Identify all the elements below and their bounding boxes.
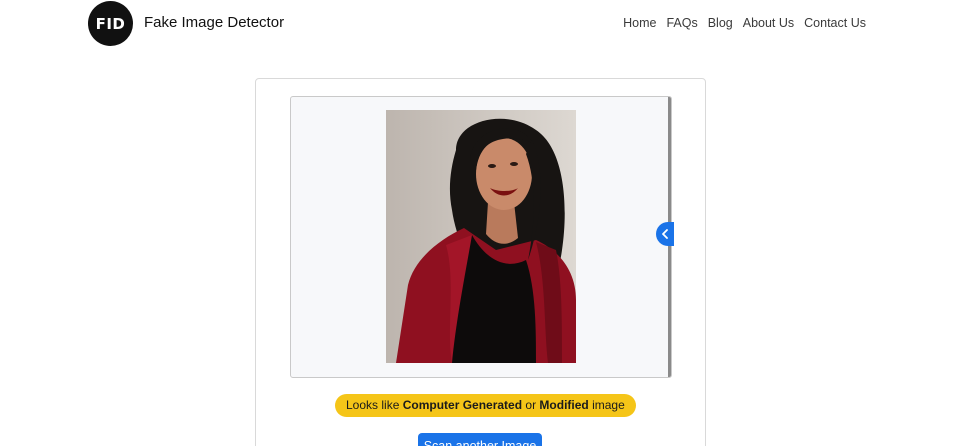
logo[interactable]: FID [88, 1, 133, 46]
main-nav: Home FAQs Blog About Us Contact Us [613, 16, 866, 30]
nav-home[interactable]: Home [623, 16, 656, 30]
nav-contact-us[interactable]: Contact Us [804, 16, 866, 30]
nav-about-us[interactable]: About Us [743, 16, 794, 30]
verdict-badge: Looks like Computer Generated or Modifie… [335, 394, 636, 417]
verdict-suffix: image [588, 398, 625, 412]
navbar: FID Fake Image Detector Home FAQs Blog A… [0, 0, 960, 48]
image-viewer [290, 96, 672, 378]
analyzed-photo [386, 110, 576, 363]
result-card: Looks like Computer Generated or Modifie… [255, 78, 706, 446]
verdict-middle: or [522, 398, 540, 412]
verdict-label-2: Modified [539, 398, 589, 412]
verdict-label-1: Computer Generated [402, 398, 523, 412]
brand-name[interactable]: Fake Image Detector [144, 14, 284, 31]
nav-faqs[interactable]: FAQs [666, 16, 697, 30]
logo-text: FID [95, 14, 126, 33]
collapse-panel-button[interactable] [656, 222, 674, 246]
chevron-left-icon [662, 229, 668, 239]
nav-blog[interactable]: Blog [708, 16, 733, 30]
verdict-prefix: Looks like [346, 398, 403, 412]
portrait-image [386, 110, 576, 363]
scan-another-image-button[interactable]: Scan another Image [418, 433, 542, 446]
